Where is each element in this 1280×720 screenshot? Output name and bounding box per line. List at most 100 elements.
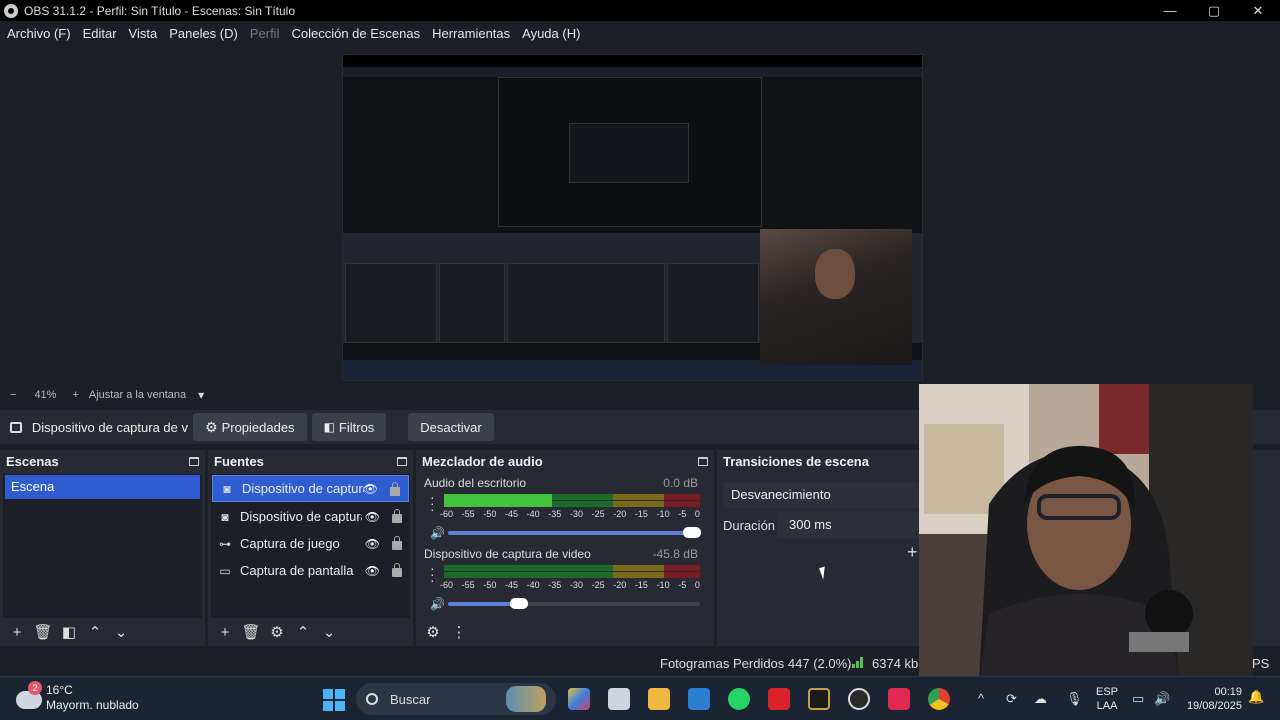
- windows-start-icon[interactable]: [323, 689, 345, 711]
- gear-icon[interactable]: ⚙: [264, 623, 290, 641]
- lock-icon[interactable]: [390, 482, 400, 496]
- speaker-icon[interactable]: 🔊: [1154, 691, 1170, 707]
- menu-item-6[interactable]: Herramientas: [426, 26, 516, 41]
- file-explorer-icon[interactable]: [648, 688, 670, 710]
- volume-control: 🔊: [430, 597, 700, 611]
- volume-slider[interactable]: [448, 527, 702, 538]
- tick-label: -60: [440, 509, 454, 519]
- gear-icon[interactable]: ⚙: [420, 623, 446, 641]
- clock[interactable]: 00:19 19/08/2025: [1184, 685, 1242, 713]
- source-item[interactable]: ▭ Captura de pantalla 👁: [211, 557, 410, 584]
- selected-source-name: Dispositivo de captura de v: [31, 419, 188, 435]
- search-placeholder: Buscar: [390, 691, 431, 707]
- preview-area[interactable]: [0, 46, 1280, 386]
- tick-label: -15: [634, 580, 648, 590]
- more-options-icon[interactable]: ⋮: [446, 623, 472, 641]
- speaker-icon[interactable]: 🔊: [430, 526, 448, 540]
- tiktok-icon[interactable]: [888, 688, 910, 710]
- monitor-icon: ▭: [219, 563, 231, 578]
- undock-icon[interactable]: [698, 456, 708, 466]
- filter-icon: ◧: [323, 420, 335, 434]
- meter-ticks: -60 -55 -50 -45 -40 -35 -30 -25 -20 -15 -10 -5 0: [440, 580, 700, 590]
- eye-icon[interactable]: 👁: [365, 510, 380, 524]
- tick-label: 0: [694, 580, 700, 590]
- eye-icon[interactable]: 👁: [365, 537, 380, 551]
- menu-item-3[interactable]: Paneles (D): [163, 26, 244, 41]
- weather-widget[interactable]: 2 16°C Mayorm. nublado: [16, 681, 139, 713]
- obs-taskbar-icon[interactable]: [848, 688, 870, 710]
- add-icon[interactable]: +: [4, 624, 30, 641]
- volume-slider[interactable]: [448, 598, 700, 609]
- sync-icon[interactable]: ⟳: [1006, 691, 1017, 707]
- microphone-icon[interactable]: 🎙: [1066, 691, 1083, 707]
- close-button[interactable]: ✕: [1236, 0, 1280, 21]
- menu-bar: Archivo (F) Editar Vista Paneles (D) Perfil C…: [0, 21, 1280, 46]
- mixer-channel: Dispositivo de captura de video -45.8 dB ·…: [420, 547, 702, 611]
- notification-bell-icon[interactable]: 🔔: [1248, 689, 1264, 705]
- eye-icon[interactable]: 👁: [365, 564, 380, 578]
- copilot-icon[interactable]: [568, 688, 590, 710]
- taskbar-search[interactable]: Buscar: [356, 683, 556, 715]
- preview-canvas[interactable]: [342, 54, 923, 381]
- chrome-icon[interactable]: [928, 688, 950, 710]
- source-item[interactable]: ⊶ Captura de juego 👁: [211, 530, 410, 557]
- lock-icon[interactable]: [392, 509, 402, 523]
- zoom-in-button[interactable]: +: [72, 389, 78, 401]
- chevron-up-icon[interactable]: ^: [978, 691, 984, 706]
- menu-item-5[interactable]: Colección de Escenas: [285, 26, 426, 41]
- filter-icon[interactable]: ◧: [56, 623, 82, 641]
- tick-label: -55: [461, 580, 475, 590]
- speaker-icon[interactable]: 🔊: [430, 597, 448, 611]
- scenes-list: Escena: [3, 474, 202, 618]
- eye-icon[interactable]: 👁: [363, 482, 378, 496]
- add-transition-button[interactable]: +: [907, 542, 918, 563]
- chevron-down-icon[interactable]: ⌄: [108, 623, 134, 641]
- tick-label: -50: [483, 509, 497, 519]
- tick-label: -30: [569, 580, 583, 590]
- weather-badge: 2: [28, 681, 42, 695]
- undock-icon[interactable]: [397, 456, 407, 466]
- nested-transitions-panel: [667, 263, 759, 343]
- zoom-fit-label[interactable]: Ajustar a la ventana: [89, 389, 186, 401]
- undock-icon[interactable]: [189, 456, 199, 466]
- menu-item-1[interactable]: Editar: [77, 26, 123, 41]
- lock-icon[interactable]: [392, 563, 402, 577]
- league-icon[interactable]: [808, 688, 830, 710]
- zoom-dropdown-icon[interactable]: ▾: [198, 388, 204, 402]
- menu-item-7[interactable]: Ayuda (H): [516, 26, 586, 41]
- properties-button[interactable]: ⚙ Propiedades: [193, 413, 307, 441]
- tick-label: -40: [526, 580, 540, 590]
- language-indicator[interactable]: ESP LAA: [1096, 685, 1118, 713]
- add-icon[interactable]: +: [212, 624, 238, 641]
- cloud-off-icon[interactable]: ☁: [1034, 691, 1047, 707]
- menu-item-0[interactable]: Archivo (F): [1, 26, 77, 41]
- volume-slider-handle[interactable]: [683, 527, 702, 538]
- task-view-icon[interactable]: [608, 688, 630, 710]
- maximize-button[interactable]: ▢: [1192, 0, 1236, 21]
- deactivate-button[interactable]: Desactivar: [408, 413, 494, 441]
- monitor-icon[interactable]: ▭: [1132, 691, 1144, 707]
- channel-header: Audio del escritorio 0.0 dB: [420, 476, 702, 490]
- chevron-up-icon[interactable]: ⌃: [82, 623, 108, 641]
- store-icon[interactable]: [688, 688, 710, 710]
- anydesk-icon[interactable]: [768, 688, 790, 710]
- trash-icon[interactable]: 🗑: [238, 623, 264, 641]
- tick-label: -5: [678, 580, 687, 590]
- menu-item-2[interactable]: Vista: [123, 26, 164, 41]
- source-item[interactable]: ◙ Dispositivo de captura 👁: [212, 475, 409, 502]
- lock-icon[interactable]: [392, 536, 402, 550]
- source-item[interactable]: ◙ Dispositivo de captura 👁: [211, 503, 410, 530]
- minimize-button[interactable]: —: [1148, 0, 1192, 21]
- volume-slider-handle[interactable]: [509, 598, 528, 609]
- more-options-icon[interactable]: · · ·: [430, 490, 435, 516]
- lang-bottom: LAA: [1096, 700, 1118, 712]
- zoom-out-button[interactable]: −: [10, 389, 16, 401]
- filters-button[interactable]: ◧ Filtros: [311, 413, 387, 441]
- more-options-icon[interactable]: · · ·: [430, 561, 435, 587]
- chevron-up-icon[interactable]: ⌃: [290, 623, 316, 641]
- menu-item-4: Perfil: [249, 26, 280, 41]
- scene-item[interactable]: Escena: [5, 475, 200, 499]
- trash-icon[interactable]: 🗑: [30, 623, 56, 641]
- whatsapp-icon[interactable]: [728, 688, 750, 710]
- chevron-down-icon[interactable]: ⌄: [316, 623, 342, 641]
